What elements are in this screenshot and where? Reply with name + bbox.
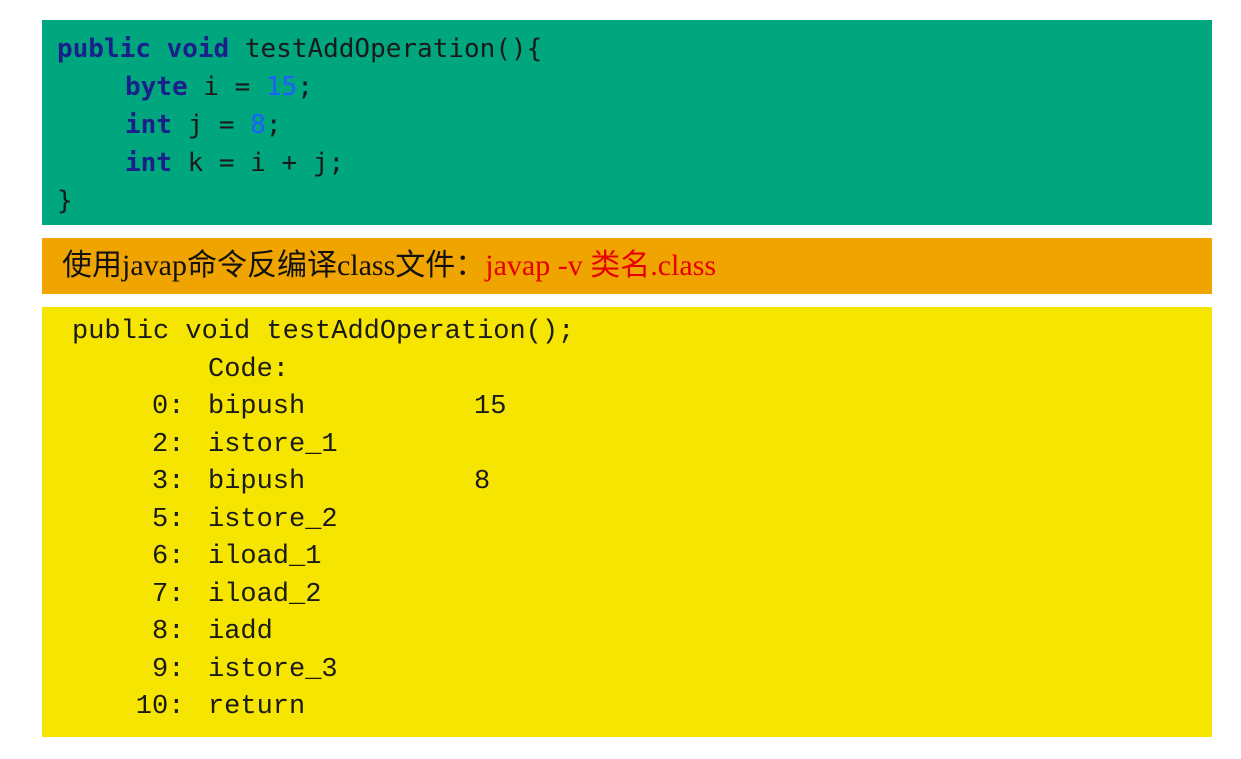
semicolon: ;	[265, 110, 282, 140]
statement-text: j =	[171, 110, 251, 140]
instruction-opcode: bipush	[208, 467, 306, 497]
instruction-row: 2: istore_1	[152, 427, 852, 465]
code-header: Code:	[208, 354, 290, 385]
instruction-operand: 15	[474, 392, 507, 422]
instruction-row: 5: istore_2	[152, 502, 852, 540]
java-source-panel: public void testAddOperation(){ byte i =…	[42, 20, 1212, 225]
statement-line: int j = 8;	[125, 106, 282, 144]
instruction-row: 9: istore_3	[152, 652, 852, 690]
instruction-offset: 3:	[152, 467, 185, 497]
statement-line: int k = i + j;	[125, 144, 344, 182]
instruction-row: 8: iadd	[152, 614, 852, 652]
type-keyword: int	[125, 110, 172, 140]
statement-line: byte i = 15;	[125, 68, 313, 106]
instruction-offset: 8:	[152, 617, 185, 647]
instruction-opcode: istore_2	[208, 504, 338, 535]
instruction-opcode: istore_1	[208, 429, 338, 460]
instruction-opcode: bipush	[208, 392, 306, 422]
instruction-offset: 5:	[152, 504, 185, 535]
keyword-public: public	[57, 34, 151, 64]
instruction-banner: 使用javap命令反编译class文件：javap -v 类名.class	[42, 238, 1212, 294]
instruction-offset: 7:	[152, 579, 185, 610]
statement-text: i =	[187, 72, 266, 102]
method-signature-line: public void testAddOperation(){	[57, 30, 542, 68]
instruction-offset: 9:	[152, 654, 185, 685]
banner-text: 使用javap命令反编译class文件：javap -v 类名.class	[62, 248, 716, 284]
type-keyword: int	[125, 148, 172, 178]
instruction-opcode: iadd	[208, 617, 273, 647]
instruction-opcode: iload_2	[208, 579, 322, 610]
instruction-opcode: return	[207, 692, 306, 722]
instruction-row: 6: iload_1	[152, 539, 852, 577]
instruction-offset: 10:	[135, 692, 185, 722]
method-name: testAddOperation(){	[229, 34, 543, 64]
instruction-operand: 8	[474, 467, 491, 497]
instruction-opcode: istore_3	[208, 654, 338, 685]
number-literal: 15	[265, 72, 298, 102]
closing-brace: }	[57, 186, 73, 216]
instruction-row: 10: return	[136, 689, 836, 727]
instruction-offset: 2:	[152, 429, 185, 460]
instruction-row: 0: bipush 15	[152, 389, 852, 427]
instruction-row: 7: iload_2	[152, 577, 852, 615]
keyword-void: void	[166, 34, 230, 64]
number-literal: 8	[250, 110, 266, 140]
bytecode-signature: public void testAddOperation();	[72, 317, 575, 347]
type-keyword: byte	[125, 72, 188, 102]
javap-command: javap -v 类名.class	[485, 249, 717, 282]
instruction-offset: 6:	[152, 542, 185, 572]
statement-text: k = i + j;	[171, 148, 345, 178]
instruction-offset: 0:	[152, 392, 185, 422]
bytecode-panel: public void testAddOperation(); Code: 0:…	[42, 307, 1212, 737]
semicolon: ;	[297, 72, 313, 102]
instruction-opcode: iload_1	[208, 542, 322, 572]
instruction-row: 3: bipush 8	[152, 464, 852, 502]
banner-label: 使用javap命令反编译class文件：	[62, 249, 486, 282]
